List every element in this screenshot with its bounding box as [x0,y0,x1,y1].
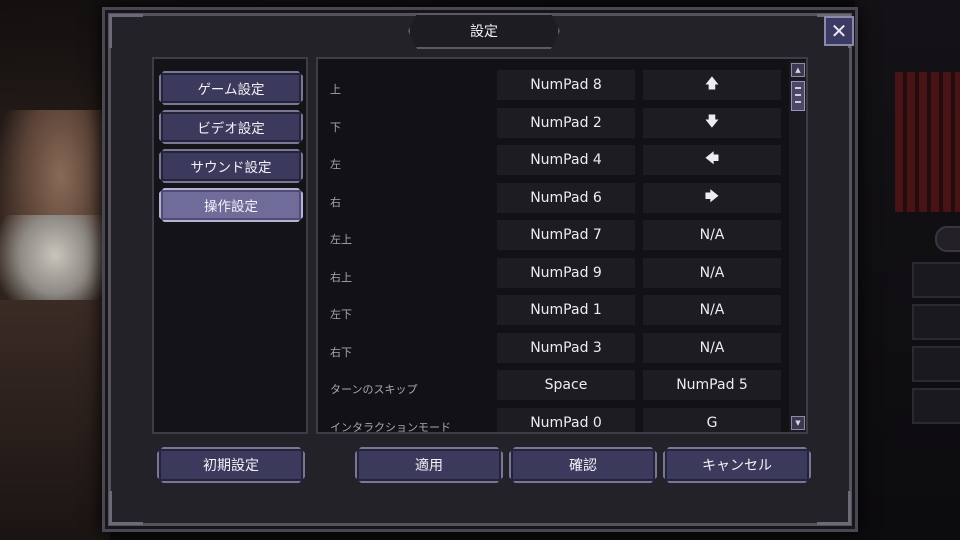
action-label: 左 [330,158,341,171]
action-label: 右下 [330,346,352,359]
settings-dialog: 設定 ✕ ゲーム設定 ビデオ設定 サウンド設定 操作設定 上 NumPad 8 … [102,7,858,532]
scroll-thumb[interactable] [791,81,805,111]
menu-slot [912,304,960,340]
primary-key-slot[interactable]: NumPad 4 [497,145,635,175]
reset-defaults-button[interactable]: 初期設定 [157,447,305,483]
frame-ornament [109,491,143,525]
character-body [0,300,110,540]
confirm-button[interactable]: 確認 [509,447,657,483]
primary-key-slot[interactable]: NumPad 9 [497,258,635,288]
secondary-key-slot[interactable]: 🡆 [643,183,781,213]
primary-key-slot[interactable]: Space [497,370,635,400]
table-row: 右下 NumPad 3 N/A [318,330,788,368]
scroll-up-button[interactable]: ▲ [791,63,805,77]
chevron-up-icon: ▲ [795,66,801,74]
secondary-key-slot[interactable]: G [643,408,781,432]
action-label: ターンのスキップ [330,383,418,396]
action-label: 右上 [330,271,352,284]
secondary-key-slot[interactable]: N/A [643,220,781,250]
chevron-down-icon: ▼ [795,419,801,427]
action-label: インタラクションモード [330,421,451,434]
table-row: 上 NumPad 8 🡅 [318,67,788,105]
close-button[interactable]: ✕ [824,16,854,46]
table-row: 下 NumPad 2 🡇 [318,105,788,143]
game-logo [895,72,960,212]
table-row: 左 NumPad 4 🡄 [318,142,788,180]
settings-category-nav: ゲーム設定 ビデオ設定 サウンド設定 操作設定 [152,57,308,434]
menu-slot [912,346,960,382]
scroll-down-button[interactable]: ▼ [791,416,805,430]
table-row: 右 NumPad 6 🡆 [318,180,788,218]
menu-slot [912,388,960,424]
secondary-key-slot[interactable]: 🡄 [643,145,781,175]
primary-key-slot[interactable]: NumPad 6 [497,183,635,213]
action-label: 下 [330,121,341,134]
menu-slot [912,262,960,298]
tab-control-settings[interactable]: 操作設定 [159,188,303,222]
primary-key-slot[interactable]: NumPad 3 [497,333,635,363]
menu-badge [935,226,960,252]
tab-game-settings[interactable]: ゲーム設定 [159,71,303,105]
apply-button[interactable]: 適用 [355,447,503,483]
secondary-key-slot[interactable]: N/A [643,295,781,325]
tab-video-settings[interactable]: ビデオ設定 [159,110,303,144]
table-row: ターンのスキップ Space NumPad 5 [318,367,788,405]
action-label: 左下 [330,308,352,321]
action-label: 右 [330,196,341,209]
action-label: 左上 [330,233,352,246]
action-label: 上 [330,83,341,96]
frame-ornament [109,14,143,48]
keybinding-table: 上 NumPad 8 🡅 下 NumPad 2 🡇 左 NumPad 4 🡄 右… [316,57,808,434]
primary-key-slot[interactable]: NumPad 0 [497,408,635,432]
primary-key-slot[interactable]: NumPad 7 [497,220,635,250]
primary-key-slot[interactable]: NumPad 8 [497,70,635,100]
frame-ornament [817,491,851,525]
table-row: 右上 NumPad 9 N/A [318,255,788,293]
dialog-title: 設定 [408,13,560,49]
primary-key-slot[interactable]: NumPad 2 [497,108,635,138]
close-icon: ✕ [830,19,848,43]
secondary-key-slot[interactable]: N/A [643,333,781,363]
table-row: 左上 NumPad 7 N/A [318,217,788,255]
secondary-key-slot[interactable]: N/A [643,258,781,288]
secondary-key-slot[interactable]: 🡇 [643,108,781,138]
secondary-key-slot[interactable]: NumPad 5 [643,370,781,400]
table-row: インタラクションモード NumPad 0 G [318,405,788,434]
table-row: 左下 NumPad 1 N/A [318,292,788,330]
secondary-key-slot[interactable]: 🡅 [643,70,781,100]
tab-sound-settings[interactable]: サウンド設定 [159,149,303,183]
table-scrollbar[interactable]: ▲ ▼ [789,61,806,432]
primary-key-slot[interactable]: NumPad 1 [497,295,635,325]
cancel-button[interactable]: キャンセル [663,447,811,483]
